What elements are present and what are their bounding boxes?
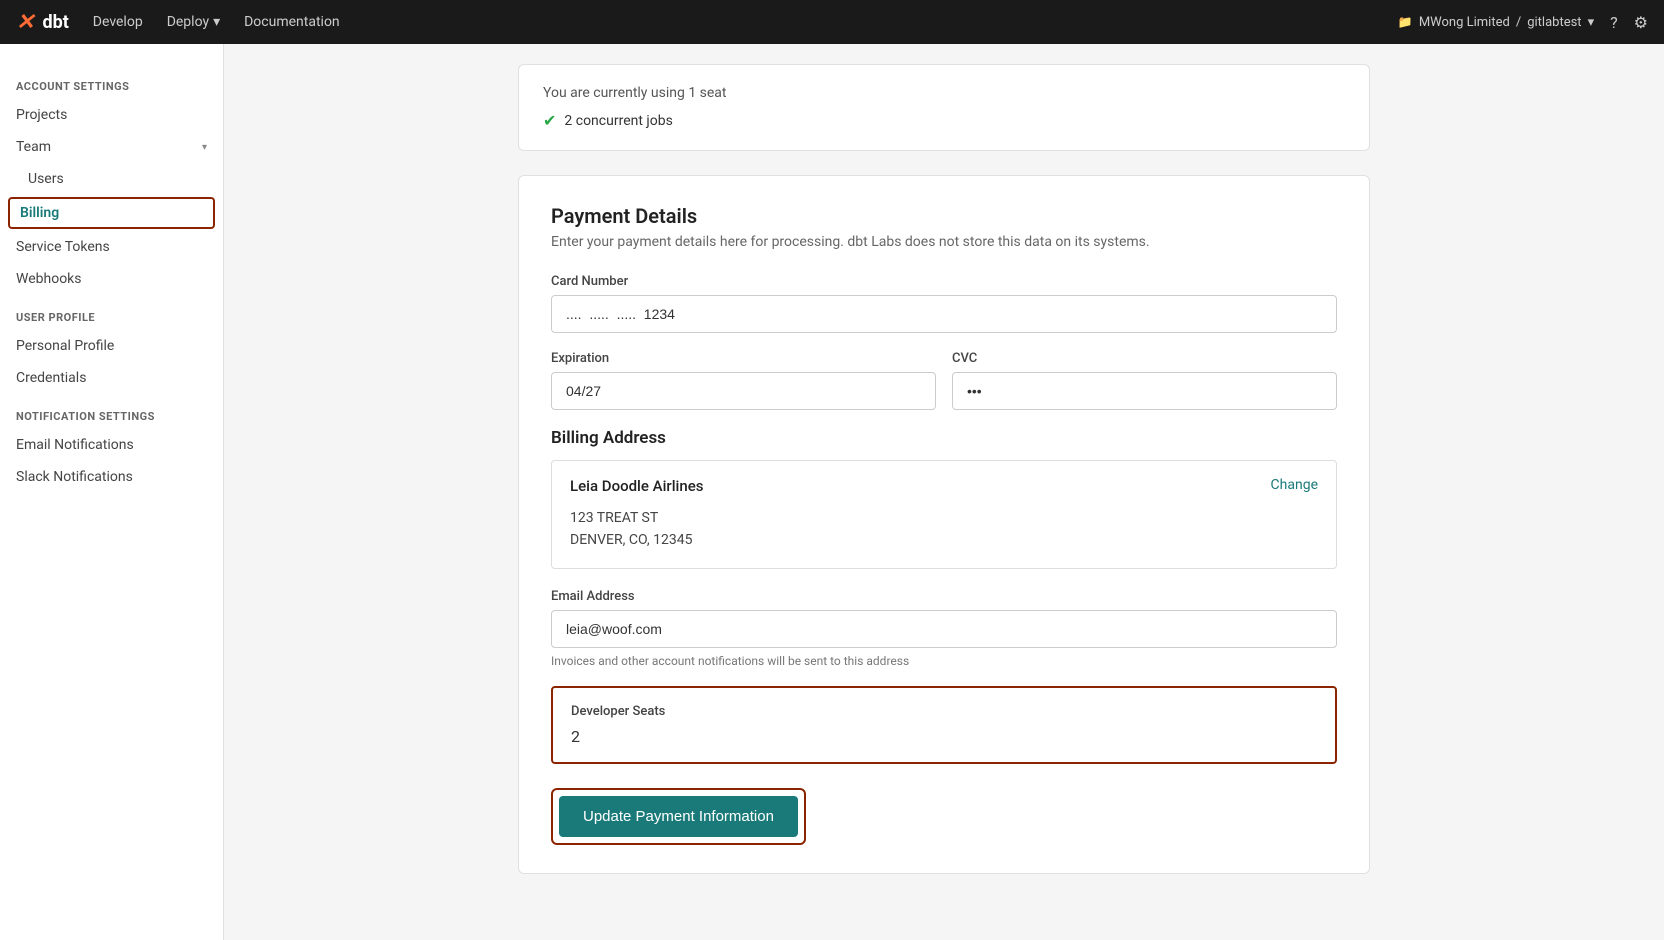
sidebar-item-credentials[interactable]: Credentials: [0, 362, 223, 394]
developer-seats-label: Developer Seats: [571, 704, 1317, 719]
expiration-input[interactable]: [551, 372, 936, 410]
address-line2: DENVER, CO, 12345: [570, 529, 1318, 551]
sidebar-item-email-notifications[interactable]: Email Notifications: [0, 429, 223, 461]
expiration-group: Expiration: [551, 351, 936, 410]
nav-deploy[interactable]: Deploy ▾: [167, 14, 220, 30]
sidebar-item-personal-profile[interactable]: Personal Profile: [0, 330, 223, 362]
topnav-left: ✕ dbt Develop Deploy ▾ Documentation: [16, 10, 340, 35]
expiry-cvc-row: Expiration CVC: [551, 351, 1337, 428]
address-lines: 123 TREAT ST DENVER, CO, 12345: [570, 507, 1318, 552]
workspace-name: MWong Limited: [1419, 15, 1510, 30]
help-icon[interactable]: ?: [1610, 13, 1618, 32]
main-content: You are currently using 1 seat ✔ 2 concu…: [224, 44, 1664, 940]
update-button-wrapper: Update Payment Information: [551, 788, 806, 845]
company-name: Leia Doodle Airlines: [570, 477, 1318, 495]
sidebar-item-projects[interactable]: Projects: [0, 99, 223, 131]
developer-seats-value: 2: [571, 727, 1317, 746]
concurrent-jobs-text: 2 concurrent jobs: [564, 113, 672, 129]
sidebar-item-slack-notifications[interactable]: Slack Notifications: [0, 461, 223, 493]
payment-details-card: Payment Details Enter your payment detai…: [518, 175, 1370, 874]
sidebar: Account Settings Projects Team ▾ Users B…: [0, 44, 224, 940]
address-line1: 123 TREAT ST: [570, 507, 1318, 529]
card-number-group: Card Number: [551, 274, 1337, 333]
payment-details-subtitle: Enter your payment details here for proc…: [551, 234, 1337, 250]
cvc-input[interactable]: [952, 372, 1337, 410]
layout: Account Settings Projects Team ▾ Users B…: [0, 44, 1664, 940]
email-input[interactable]: [551, 610, 1337, 648]
sidebar-item-webhooks[interactable]: Webhooks: [0, 263, 223, 295]
using-seat-text: You are currently using 1 seat: [543, 85, 1345, 101]
update-payment-button[interactable]: Update Payment Information: [559, 796, 798, 837]
sidebar-item-service-tokens[interactable]: Service Tokens: [0, 231, 223, 263]
notification-settings-title: Notification Settings: [0, 394, 223, 429]
account-settings-title: Account Settings: [0, 64, 223, 99]
nav-develop[interactable]: Develop: [93, 14, 143, 30]
project-name: gitlabtest: [1527, 15, 1581, 30]
user-profile-title: User Profile: [0, 295, 223, 330]
team-chevron-icon: ▾: [202, 142, 207, 153]
sidebar-item-team[interactable]: Team ▾: [0, 131, 223, 163]
settings-icon[interactable]: ⚙: [1634, 13, 1648, 32]
chevron-down-icon: ▾: [213, 14, 220, 30]
invoice-note: Invoices and other account notifications…: [551, 654, 1337, 668]
card-number-input[interactable]: [551, 295, 1337, 333]
logo-text: dbt: [42, 12, 68, 33]
card-number-label: Card Number: [551, 274, 1337, 289]
email-label: Email Address: [551, 589, 1337, 604]
workspace-info[interactable]: 📁 MWong Limited / gitlabtest ▾: [1398, 15, 1594, 30]
expiration-label: Expiration: [551, 351, 936, 366]
logo-x-icon: ✕: [16, 10, 34, 35]
team-label: Team: [16, 139, 51, 155]
logo[interactable]: ✕ dbt: [16, 10, 69, 35]
workspace-chevron-icon: ▾: [1588, 15, 1595, 30]
seat-info-card: You are currently using 1 seat ✔ 2 concu…: [518, 64, 1370, 151]
workspace-separator: /: [1516, 15, 1521, 30]
nav-documentation[interactable]: Documentation: [244, 14, 340, 30]
payment-details-title: Payment Details: [551, 204, 1337, 228]
folder-icon: 📁: [1398, 15, 1413, 29]
content-wrapper: You are currently using 1 seat ✔ 2 concu…: [494, 44, 1394, 894]
change-address-link[interactable]: Change: [1271, 477, 1318, 493]
topnav: ✕ dbt Develop Deploy ▾ Documentation 📁 M…: [0, 0, 1664, 44]
developer-seats-box: Developer Seats 2: [551, 686, 1337, 764]
billing-address-title: Billing Address: [551, 428, 1337, 448]
sidebar-item-users[interactable]: Users: [0, 163, 223, 195]
email-group: Email Address Invoices and other account…: [551, 589, 1337, 668]
billing-address-box: Leia Doodle Airlines 123 TREAT ST DENVER…: [551, 460, 1337, 569]
topnav-right: 📁 MWong Limited / gitlabtest ▾ ? ⚙: [1398, 13, 1648, 32]
cvc-label: CVC: [952, 351, 1337, 366]
concurrent-jobs-item: ✔ 2 concurrent jobs: [543, 111, 1345, 130]
sidebar-item-billing[interactable]: Billing: [8, 197, 215, 229]
cvc-group: CVC: [952, 351, 1337, 410]
check-icon: ✔: [543, 111, 556, 130]
